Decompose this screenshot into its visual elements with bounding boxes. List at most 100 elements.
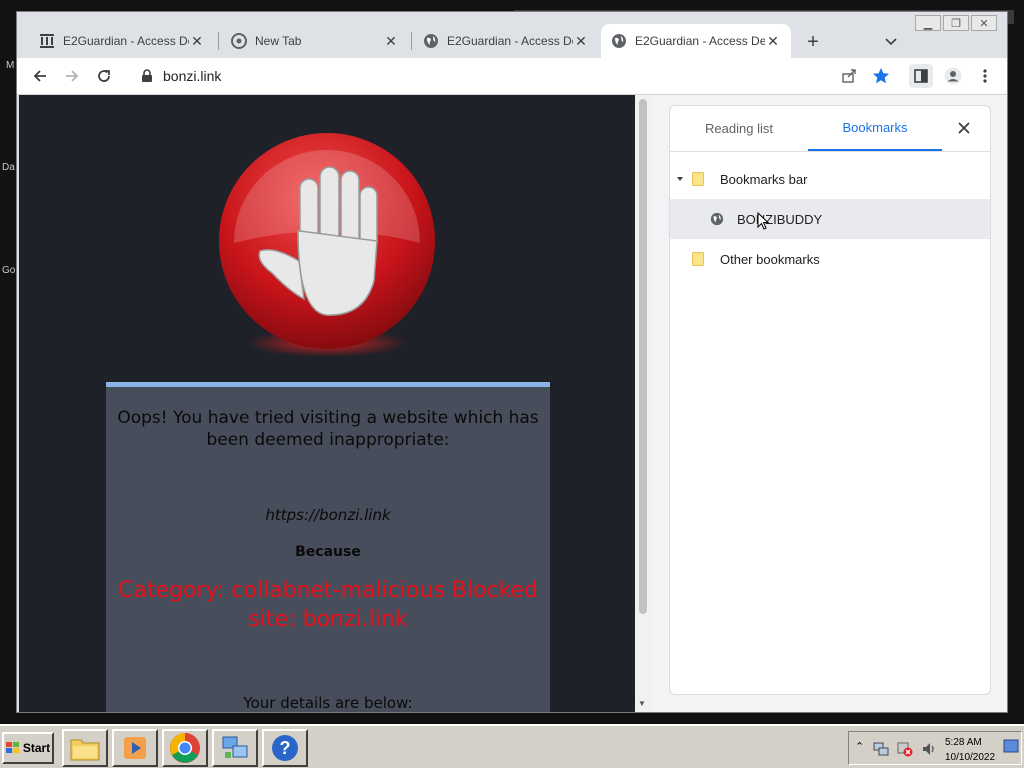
chrome-launcher[interactable] — [162, 729, 208, 767]
system-tray: ⌃ 5:28 AM 10/10/2022 — [848, 731, 1022, 765]
block-reason: Category: collabnet-malicious Blocked si… — [118, 578, 538, 632]
side-panel-divider — [670, 151, 990, 152]
scrollbar-thumb[interactable] — [639, 99, 647, 614]
volume-icon[interactable] — [921, 741, 937, 757]
tab-separator — [218, 32, 219, 50]
avatar-icon — [944, 67, 962, 85]
bookmark-label: Other bookmarks — [720, 251, 820, 267]
tab-new-tab[interactable]: New Tab ✕ — [221, 24, 409, 58]
bookmark-folder-bookmarks-bar[interactable]: Bookmarks bar — [670, 159, 990, 199]
explorer-launcher[interactable] — [62, 729, 108, 767]
star-icon — [873, 68, 889, 84]
tab-title: New Tab — [255, 34, 302, 48]
blocked-url: https://bonzi.link — [265, 506, 391, 524]
media-player-launcher[interactable] — [112, 729, 158, 767]
page-scrollbar[interactable]: ▼ — [635, 95, 651, 712]
side-panel-icon — [914, 69, 928, 83]
tab-title: E2Guardian - Access Deni — [447, 34, 573, 48]
address-bar[interactable]: bonzi.link — [129, 61, 899, 91]
reload-button[interactable] — [92, 64, 116, 88]
tab-bookmarks[interactable]: Bookmarks — [808, 106, 942, 151]
security-alert-icon[interactable] — [897, 741, 913, 757]
close-icon[interactable]: ✕ — [383, 33, 399, 49]
tab-separator — [411, 32, 412, 50]
bookmark-star-button[interactable] — [869, 64, 893, 88]
folder-icon — [692, 172, 704, 186]
scroll-down-arrow-icon[interactable]: ▼ — [638, 699, 646, 708]
network-computers-icon — [222, 736, 248, 758]
help-launcher[interactable]: ? — [262, 729, 308, 767]
browser-toolbar: bonzi.link — [17, 58, 1007, 94]
stop-hand-icon — [219, 133, 435, 357]
network-launcher[interactable] — [212, 729, 258, 767]
tab-reading-list[interactable]: Reading list — [670, 106, 808, 151]
side-panel-area: Reading list Bookmarks Bookmarks bar BON… — [651, 95, 1007, 712]
clock-date[interactable]: 10/10/2022 — [945, 752, 995, 763]
folder-icon — [692, 252, 704, 266]
profile-button[interactable] — [941, 64, 965, 88]
menu-button[interactable] — [973, 64, 997, 88]
back-arrow-icon — [33, 70, 46, 82]
tab-strip: E2Guardian - Access Deni ✕ New Tab ✕ E2G… — [17, 12, 1007, 58]
tab-title: E2Guardian - Access Deni — [635, 34, 765, 48]
taskbar: Start ? ⌃ 5:28 AM 10/10/2022 — [0, 724, 1024, 768]
desktop-fragment: M — [6, 60, 15, 71]
maximize-button[interactable]: ❐ — [943, 15, 969, 31]
desktop-fragment: Da — [2, 162, 15, 173]
mouse-cursor-icon — [757, 212, 769, 230]
close-icon[interactable]: ✕ — [573, 33, 589, 49]
tab-title: E2Guardian - Access Deni — [63, 34, 189, 48]
expand-caret-icon[interactable] — [676, 176, 684, 182]
close-icon[interactable]: ✕ — [765, 33, 781, 49]
svg-text:?: ? — [280, 738, 291, 758]
close-icon — [958, 122, 970, 134]
kebab-menu-icon — [983, 69, 987, 83]
bookmark-folder-other[interactable]: Other bookmarks — [670, 239, 990, 279]
web-page: Oops! You have tried visiting a website … — [19, 95, 635, 712]
forward-arrow-icon — [66, 70, 79, 82]
media-player-icon — [124, 737, 146, 759]
institution-icon — [39, 33, 55, 49]
browser-window: E2Guardian - Access Deni ✕ New Tab ✕ E2G… — [16, 11, 1008, 713]
new-tab-button[interactable]: + — [801, 30, 825, 54]
minimize-button[interactable]: ▁ — [915, 15, 941, 31]
chevron-up-icon[interactable]: ⌃ — [855, 740, 864, 753]
bookmark-label: Bookmarks bar — [720, 171, 808, 187]
access-denied-notice: Oops! You have tried visiting a website … — [106, 382, 550, 712]
chrome-icon — [231, 33, 247, 49]
tab-e2guardian-2[interactable]: E2Guardian - Access Deni ✕ — [413, 24, 599, 58]
back-button[interactable] — [28, 64, 52, 88]
forward-button[interactable] — [60, 64, 84, 88]
because-label: Because — [295, 544, 361, 560]
windows-logo-icon — [5, 742, 19, 753]
close-icon[interactable]: ✕ — [189, 33, 205, 49]
chrome-icon — [170, 733, 200, 763]
help-icon: ? — [272, 735, 298, 761]
tab-search-button[interactable] — [879, 30, 903, 54]
folder-icon — [70, 739, 100, 761]
tab-e2guardian-1[interactable]: E2Guardian - Access Deni ✕ — [29, 24, 215, 58]
side-panel-button[interactable] — [909, 64, 933, 88]
globe-icon — [423, 33, 439, 49]
show-desktop-icon[interactable] — [1003, 738, 1019, 756]
desktop-fragment: Go — [2, 265, 16, 276]
chevron-down-icon — [885, 38, 897, 46]
globe-icon — [710, 212, 724, 226]
url-text: bonzi.link — [163, 68, 222, 84]
side-panel-close-button[interactable] — [954, 118, 974, 138]
tab-e2guardian-active[interactable]: E2Guardian - Access Deni ✕ — [601, 24, 791, 58]
start-button[interactable]: Start — [2, 732, 54, 764]
bookmarks-side-panel: Reading list Bookmarks Bookmarks bar BON… — [669, 105, 991, 695]
network-icon[interactable] — [873, 741, 889, 757]
start-label: Start — [22, 741, 51, 755]
notice-headline: Oops! You have tried visiting a website … — [117, 408, 539, 450]
bookmark-item-bonzibuddy[interactable]: BONZIBUDDY — [670, 199, 990, 239]
clock-time[interactable]: 5:28 AM — [945, 737, 982, 748]
lock-icon — [142, 69, 152, 82]
share-icon — [842, 69, 856, 83]
details-heading: Your details are below: — [243, 694, 413, 712]
globe-icon — [611, 33, 627, 49]
reload-icon — [98, 70, 110, 82]
window-close-button[interactable]: ✕ — [971, 15, 997, 31]
share-button[interactable] — [837, 64, 861, 88]
